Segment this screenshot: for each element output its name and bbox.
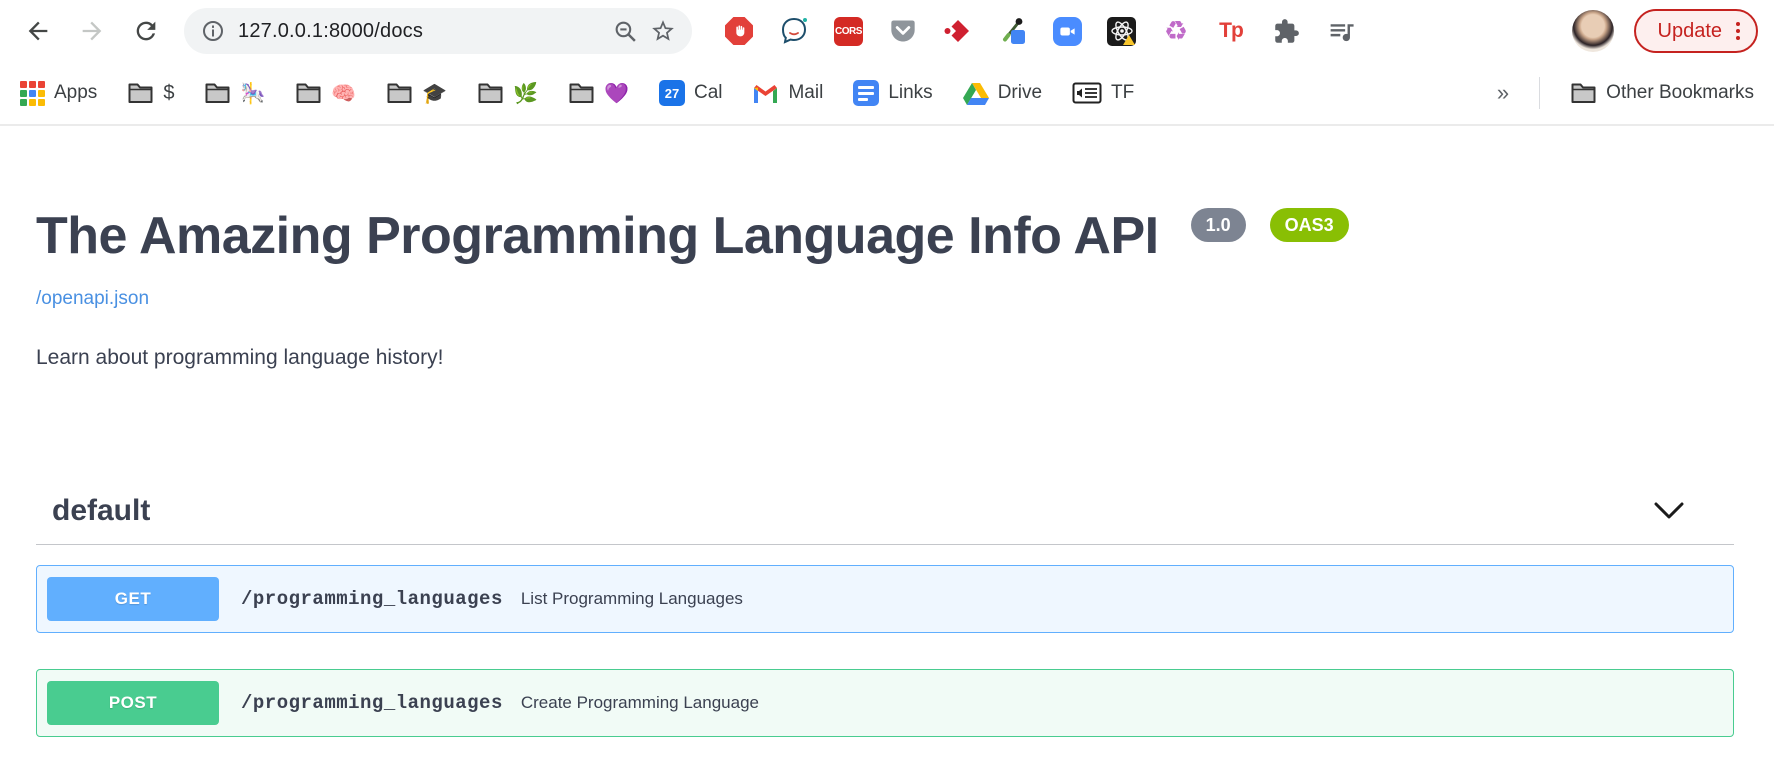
folder-icon xyxy=(477,82,504,104)
bookmark-star-icon[interactable] xyxy=(650,18,676,44)
zoom-out-icon[interactable] xyxy=(612,18,638,44)
chevron-down-icon[interactable] xyxy=(1652,501,1686,521)
reload-button[interactable] xyxy=(124,9,168,53)
update-label: Update xyxy=(1658,20,1723,43)
color-picker-extension-icon[interactable] xyxy=(998,16,1028,46)
gmail-icon xyxy=(752,83,779,104)
bookmarks-overflow-chevron[interactable]: » xyxy=(1497,80,1509,106)
react-devtools-extension-icon[interactable] xyxy=(1107,17,1136,46)
browser-menu-kebab-icon[interactable] xyxy=(1736,22,1740,40)
back-button[interactable] xyxy=(16,9,60,53)
other-bookmarks[interactable]: Other Bookmarks xyxy=(1570,82,1754,104)
version-badge: 1.0 xyxy=(1191,208,1246,242)
url-text: 127.0.0.1:8000/docs xyxy=(238,20,600,43)
update-button[interactable]: Update xyxy=(1634,9,1759,53)
bookmark-apps[interactable]: Apps xyxy=(20,81,97,106)
links-icon xyxy=(853,80,879,106)
bookmark-folder-carousel[interactable]: 🎠 xyxy=(204,81,265,106)
cors-extension-icon[interactable]: CORS xyxy=(834,17,863,46)
forward-button[interactable] xyxy=(70,9,114,53)
bookmark-folder-graduation[interactable]: 🎓 xyxy=(386,81,447,106)
bookmark-links[interactable]: Links xyxy=(853,80,932,106)
profile-avatar[interactable] xyxy=(1572,10,1614,52)
bookmark-folder-dollar[interactable]: $ xyxy=(127,82,174,105)
openapi-spec-link[interactable]: /openapi.json xyxy=(36,288,149,310)
endpoint-row-get-programming-languages[interactable]: GET /programming_languages List Programm… xyxy=(36,565,1734,633)
endpoint-path: /programming_languages xyxy=(241,588,503,610)
site-info-icon[interactable] xyxy=(200,18,226,44)
back-arrow-icon xyxy=(24,17,52,45)
method-badge-post: POST xyxy=(47,681,219,725)
extensions-puzzle-icon[interactable] xyxy=(1271,16,1301,46)
bookmarks-divider xyxy=(1539,77,1540,109)
bookmark-folder-brain[interactable]: 🧠 xyxy=(295,81,356,106)
calendar-icon: 27 xyxy=(659,80,685,106)
method-badge-get: GET xyxy=(47,577,219,621)
recycle-extension-icon[interactable]: ♻ xyxy=(1161,16,1191,46)
forward-arrow-icon xyxy=(78,17,106,45)
chat-bubble-extension-icon[interactable] xyxy=(779,16,809,46)
oas3-badge: OAS3 xyxy=(1270,208,1349,242)
apps-grid-icon xyxy=(20,81,45,106)
folder-icon xyxy=(568,82,595,104)
drive-icon xyxy=(963,82,989,105)
folder-icon xyxy=(295,82,322,104)
swagger-docs-page: The Amazing Programming Language Info AP… xyxy=(0,206,1774,737)
extensions-row: CORS ♻ Tp xyxy=(724,16,1562,46)
api-description: Learn about programming language history… xyxy=(36,346,1734,370)
folder-icon xyxy=(127,82,154,104)
default-tag-section: default GET /programming_languages List … xyxy=(36,482,1734,737)
tf-card-icon xyxy=(1072,82,1102,104)
tampermonkey-extension-icon[interactable]: Tp xyxy=(1216,16,1246,46)
playlist-queue-icon[interactable] xyxy=(1326,16,1356,46)
api-title: The Amazing Programming Language Info AP… xyxy=(36,206,1734,266)
bookmark-folder-purple-heart[interactable]: 💜 xyxy=(568,81,629,106)
warning-triangle-icon xyxy=(1123,35,1135,45)
endpoint-path: /programming_languages xyxy=(241,692,503,714)
adblock-extension-icon[interactable] xyxy=(724,16,754,46)
bookmark-tf[interactable]: TF xyxy=(1072,82,1134,104)
refactor-diamond-extension-icon[interactable] xyxy=(943,16,973,46)
endpoint-row-post-programming-languages[interactable]: POST /programming_languages Create Progr… xyxy=(36,669,1734,737)
endpoint-summary: List Programming Languages xyxy=(521,589,743,609)
folder-icon xyxy=(204,82,231,104)
pocket-extension-icon[interactable] xyxy=(888,16,918,46)
bookmarks-bar: Apps $ 🎠 🧠 🎓 🌿 💜 27 Cal Mail xyxy=(0,62,1774,126)
bookmark-calendar[interactable]: 27 Cal xyxy=(659,80,723,106)
zoom-extension-icon[interactable] xyxy=(1053,17,1082,46)
folder-icon xyxy=(386,82,413,104)
bookmark-gmail[interactable]: Mail xyxy=(752,82,823,104)
bookmark-folder-herb[interactable]: 🌿 xyxy=(477,81,538,106)
folder-icon xyxy=(1570,82,1597,104)
address-bar[interactable]: 127.0.0.1:8000/docs xyxy=(184,8,692,54)
endpoint-summary: Create Programming Language xyxy=(521,693,759,713)
tag-section-header[interactable]: default xyxy=(36,482,1734,545)
browser-toolbar: 127.0.0.1:8000/docs CORS xyxy=(0,0,1774,62)
bookmark-drive[interactable]: Drive xyxy=(963,82,1042,105)
tag-section-title: default xyxy=(52,494,150,528)
reload-icon xyxy=(132,17,160,45)
